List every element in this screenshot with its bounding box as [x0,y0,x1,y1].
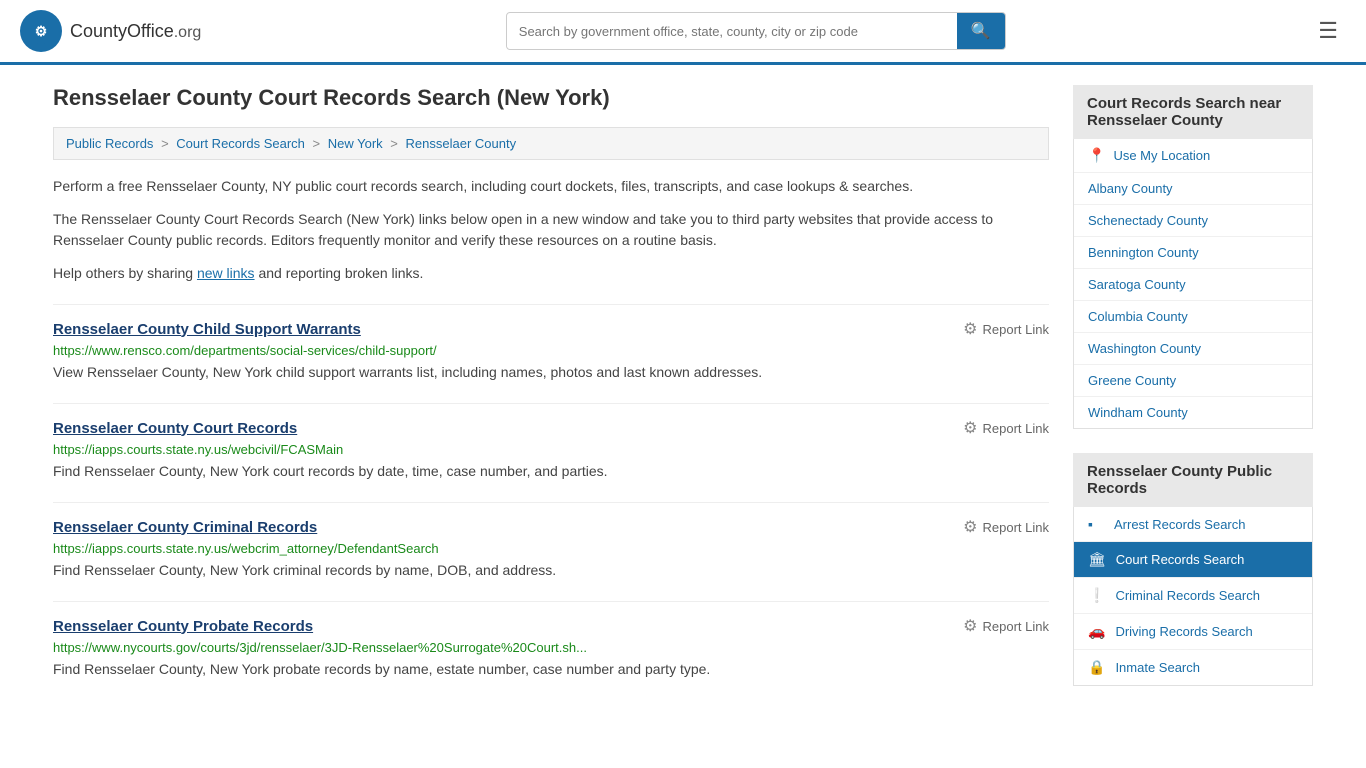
pub-rec-criminal[interactable]: ❕ Criminal Records Search [1074,578,1312,614]
desc-para2: The Rensselaer County Court Records Sear… [53,209,1049,251]
arrest-icon: ▪ [1088,516,1104,532]
result-desc-4: Find Rensselaer County, New York probate… [53,659,1049,680]
use-location-link[interactable]: Use My Location [1113,148,1210,163]
pub-rec-inmate[interactable]: 🔒 Inmate Search [1074,650,1312,685]
public-records-links: ▪ Arrest Records Search 🏛 Court Records … [1073,507,1313,686]
result-url-4: https://www.nycourts.gov/courts/3jd/rens… [53,640,1049,655]
result-title-1[interactable]: Rensselaer County Child Support Warrants [53,321,361,338]
menu-button[interactable]: ☰ [1310,14,1346,48]
result-title-3[interactable]: Rensselaer County Criminal Records [53,519,317,536]
header: ⚙ CountyOffice.org 🔍 ☰ [0,0,1366,65]
description: Perform a free Rensselaer County, NY pub… [53,176,1049,284]
result-title-4[interactable]: Rensselaer County Probate Records [53,618,313,635]
breadcrumb-court-records[interactable]: Court Records Search [176,136,305,151]
nearby-header: Court Records Search near Rensselaer Cou… [1073,85,1313,139]
breadcrumb: Public Records > Court Records Search > … [53,127,1049,160]
sidebar-county-4[interactable]: Saratoga County [1074,269,1312,301]
breadcrumb-new-york[interactable]: New York [328,136,383,151]
sidebar-county-7[interactable]: Greene County [1074,365,1312,397]
main-layout: Rensselaer County Court Records Search (… [33,65,1333,730]
result-item: Rensselaer County Child Support Warrants… [53,304,1049,383]
pub-rec-court[interactable]: 🏛 Court Records Search [1074,542,1312,578]
result-desc-1: View Rensselaer County, New York child s… [53,362,1049,383]
search-bar: 🔍 [506,12,1006,50]
inmate-icon: 🔒 [1088,659,1105,676]
sidebar-county-2[interactable]: Schenectady County [1074,205,1312,237]
page-title: Rensselaer County Court Records Search (… [53,85,1049,111]
sidebar-county-5[interactable]: Columbia County [1074,301,1312,333]
sidebar-county-3[interactable]: Bennington County [1074,237,1312,269]
report-icon-2: ⚙ [963,418,977,438]
report-icon-3: ⚙ [963,517,977,537]
svg-text:⚙: ⚙ [35,23,48,39]
use-location[interactable]: 📍 Use My Location [1074,139,1312,173]
desc-para1: Perform a free Rensselaer County, NY pub… [53,176,1049,197]
report-link-2[interactable]: ⚙ Report Link [963,418,1049,438]
criminal-icon: ❕ [1088,587,1105,604]
nearby-section: Court Records Search near Rensselaer Cou… [1073,85,1313,429]
search-input[interactable] [507,16,957,47]
report-link-4[interactable]: ⚙ Report Link [963,616,1049,636]
court-icon: 🏛 [1088,551,1106,568]
result-url-2: https://iapps.courts.state.ny.us/webcivi… [53,442,1049,457]
pub-rec-driving[interactable]: 🚗 Driving Records Search [1074,614,1312,650]
result-item: Rensselaer County Court Records ⚙ Report… [53,403,1049,482]
result-url-1: https://www.rensco.com/departments/socia… [53,343,1049,358]
report-icon-1: ⚙ [963,319,977,339]
public-records-header: Rensselaer County Public Records [1073,453,1313,507]
search-button[interactable]: 🔍 [957,13,1005,49]
pub-rec-arrest[interactable]: ▪ Arrest Records Search [1074,507,1312,542]
sidebar: Court Records Search near Rensselaer Cou… [1073,85,1313,710]
new-links-link[interactable]: new links [197,265,255,281]
logo-icon: ⚙ [20,10,62,52]
public-records-section: Rensselaer County Public Records ▪ Arres… [1073,453,1313,686]
report-link-1[interactable]: ⚙ Report Link [963,319,1049,339]
result-item: Rensselaer County Criminal Records ⚙ Rep… [53,502,1049,581]
result-desc-2: Find Rensselaer County, New York court r… [53,461,1049,482]
result-desc-3: Find Rensselaer County, New York crimina… [53,560,1049,581]
report-icon-4: ⚙ [963,616,977,636]
main-content: Rensselaer County Court Records Search (… [53,85,1049,710]
result-url-3: https://iapps.courts.state.ny.us/webcrim… [53,541,1049,556]
report-link-3[interactable]: ⚙ Report Link [963,517,1049,537]
result-title-2[interactable]: Rensselaer County Court Records [53,420,297,437]
logo-area[interactable]: ⚙ CountyOffice.org [20,10,201,52]
sidebar-county-1[interactable]: Albany County [1074,173,1312,205]
location-icon: 📍 [1088,147,1105,164]
nearby-links: 📍 Use My Location Albany County Schenect… [1073,139,1313,429]
desc-para3: Help others by sharing new links and rep… [53,263,1049,284]
breadcrumb-rensselaer[interactable]: Rensselaer County [406,136,517,151]
sidebar-county-8[interactable]: Windham County [1074,397,1312,428]
logo-text: CountyOffice.org [70,21,201,42]
result-item: Rensselaer County Probate Records ⚙ Repo… [53,601,1049,680]
sidebar-county-6[interactable]: Washington County [1074,333,1312,365]
breadcrumb-public-records[interactable]: Public Records [66,136,153,151]
driving-icon: 🚗 [1088,623,1105,640]
